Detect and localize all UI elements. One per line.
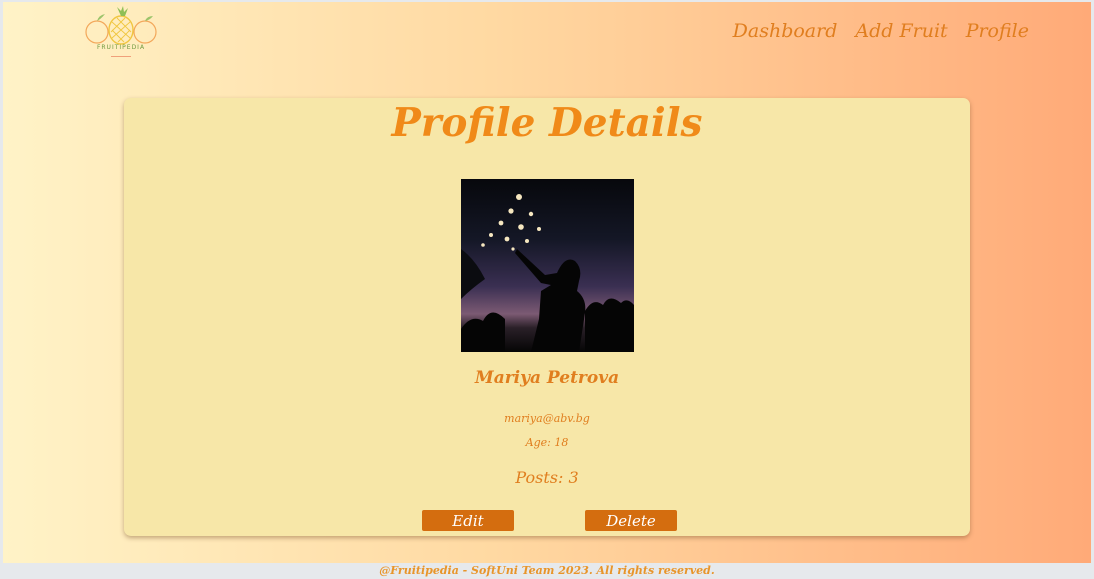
logo-text: FRUITIPEDIA [96,44,146,51]
profile-name: Mariya Petrova [474,368,620,388]
profile-card: Profile Details Mariya Petrova mariya@ab… [124,98,970,536]
nav-profile-link[interactable]: Profile [966,20,1029,42]
edit-button[interactable]: Edit [422,510,514,531]
footer-text: @Fruitipedia - SoftUni Team 2023. All ri… [379,564,715,577]
fruitipedia-logo[interactable]: FRUITIPEDIA [81,6,161,60]
profile-photo [461,179,634,352]
profile-age: Age: 18 [525,436,569,449]
nav-dashboard-link[interactable]: Dashboard [733,20,838,42]
delete-button[interactable]: Delete [585,510,677,531]
profile-posts-count: Posts: 3 [515,468,579,487]
page-title: Profile Details [391,100,703,146]
fruit-logo-icon [85,6,157,45]
profile-email: mariya@abv.bg [504,412,590,425]
nav-add-fruit-link[interactable]: Add Fruit [855,20,947,42]
main-nav: Dashboard Add Fruit Profile [733,20,1029,42]
profile-photo-image [461,179,634,352]
logo-underline [111,56,131,57]
page-background: FRUITIPEDIA Dashboard Add Fruit Profile … [3,2,1091,563]
